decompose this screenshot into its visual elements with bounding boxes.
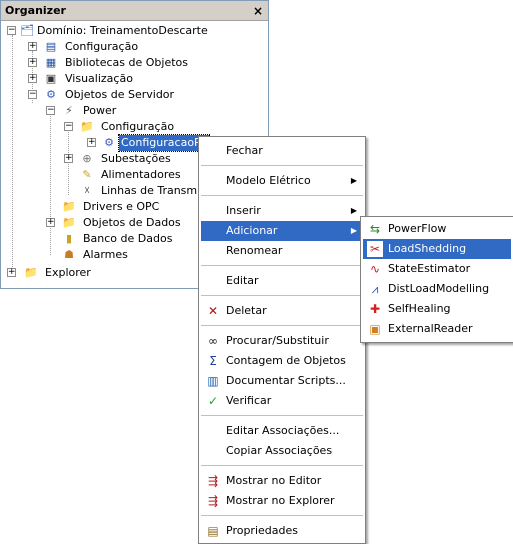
submenu-item-externalreader[interactable]: ▣ ExternalReader [363, 319, 511, 339]
show-in-editor-icon: ⇶ [207, 474, 219, 488]
power-icon: ⚡ [65, 104, 73, 117]
substation-icon: ⊕ [82, 152, 92, 165]
submenu-arrow-icon: ▶ [350, 226, 357, 235]
menu-separator [201, 415, 363, 416]
menu-item-procurar[interactable]: ∞ Procurar/Substituir [201, 331, 363, 351]
expand-toggle[interactable]: + [46, 218, 55, 227]
collapse-toggle[interactable]: − [28, 90, 37, 99]
menu-item-verificar[interactable]: ✓ Verificar [201, 391, 363, 411]
menu-separator [201, 325, 363, 326]
menu-item-deletar[interactable]: ✕ Deletar [201, 301, 363, 321]
expand-toggle[interactable]: + [7, 268, 16, 277]
menu-separator [201, 295, 363, 296]
menu-item-modelo-eletrico[interactable]: Modelo Elétrico ▶ [201, 171, 363, 191]
book-icon: ▥ [207, 374, 219, 388]
collapse-toggle[interactable]: − [64, 122, 73, 131]
submenu-item-powerflow[interactable]: ⇆ PowerFlow [363, 219, 511, 239]
folder-icon: 📁 [80, 120, 94, 133]
organizer-title: Organizer [5, 4, 66, 17]
transmission-line-icon: ☓ [84, 184, 90, 197]
context-menu: Fechar Modelo Elétrico ▶ Inserir ▶ Adici… [198, 136, 366, 544]
show-in-explorer-icon: ⇶ [207, 494, 219, 508]
submenu-arrow-icon: ▶ [350, 176, 357, 185]
submenu-item-loadshedding[interactable]: ✂ LoadShedding [363, 239, 511, 259]
stateestimator-icon: ∿ [369, 262, 381, 276]
check-icon: ✓ [207, 394, 219, 408]
add-submenu: ⇆ PowerFlow ✂ LoadShedding ∿ StateEstima… [360, 216, 513, 343]
sigma-icon: Σ [209, 354, 217, 368]
menu-item-adicionar[interactable]: Adicionar ▶ [201, 221, 363, 241]
feeder-icon: ✎ [82, 168, 92, 181]
menu-separator [201, 265, 363, 266]
collapse-toggle[interactable]: − [7, 26, 16, 35]
menu-item-editar[interactable]: Editar [201, 271, 363, 291]
close-icon[interactable]: × [252, 5, 264, 17]
alarm-icon: ☗ [64, 248, 74, 261]
folder-icon: 📁 [62, 200, 76, 213]
menu-item-renomear[interactable]: Renomear [201, 241, 363, 261]
menu-item-copiar-associacoes[interactable]: Copiar Associações [201, 441, 363, 461]
menu-item-fechar[interactable]: Fechar [201, 141, 363, 161]
selfhealing-icon: ✚ [369, 302, 381, 316]
tree-item-bibliotecas[interactable]: + ▦ Bibliotecas de Objetos [1, 55, 261, 71]
monitor-icon: ▣ [45, 72, 57, 85]
tree-item-configuracao[interactable]: + ▤ Configuração [1, 39, 261, 55]
submenu-item-distloadmodelling[interactable]: ⩘ DistLoadModelling [363, 279, 511, 299]
menu-separator [201, 465, 363, 466]
server-objects-icon: ⚙ [46, 88, 56, 101]
tree-item-power[interactable]: − ⚡ Power [1, 103, 261, 119]
menu-separator [201, 165, 363, 166]
expand-toggle[interactable]: + [64, 154, 73, 163]
tree-item-objetos-servidor[interactable]: − ⚙ Objetos de Servidor [1, 87, 261, 103]
expand-toggle[interactable]: + [28, 74, 37, 83]
menu-item-contagem[interactable]: Σ Contagem de Objetos [201, 351, 363, 371]
menu-item-propriedades[interactable]: ▤ Propriedades [201, 521, 363, 541]
menu-separator [201, 195, 363, 196]
menu-item-mostrar-editor[interactable]: ⇶ Mostrar no Editor [201, 471, 363, 491]
binoculars-icon: ∞ [208, 334, 218, 348]
menu-item-mostrar-explorer[interactable]: ⇶ Mostrar no Explorer [201, 491, 363, 511]
menu-item-documentar[interactable]: ▥ Documentar Scripts... [201, 371, 363, 391]
tree-item-power-configuracao[interactable]: − 📁 Configuração [1, 119, 261, 135]
delete-icon: ✕ [207, 304, 219, 318]
tree-item-visualizacao[interactable]: + ▣ Visualização [1, 71, 261, 87]
submenu-item-selfhealing[interactable]: ✚ SelfHealing [363, 299, 511, 319]
powerflow-icon: ⇆ [369, 222, 381, 236]
expand-toggle[interactable]: + [28, 58, 37, 67]
expand-toggle[interactable]: + [87, 138, 96, 147]
organizer-title-bar: Organizer × [1, 1, 268, 21]
document-icon: ▤ [45, 40, 57, 53]
loadshedding-icon: ✂ [367, 241, 383, 257]
domain-icon: 🗂 [20, 24, 34, 37]
config-object-icon: ⚙ [104, 136, 114, 149]
submenu-item-stateestimator[interactable]: ∿ StateEstimator [363, 259, 511, 279]
library-icon: ▦ [45, 56, 57, 69]
menu-item-editar-associacoes[interactable]: Editar Associações... [201, 421, 363, 441]
collapse-toggle[interactable]: − [46, 106, 55, 115]
externalreader-icon: ▣ [369, 322, 381, 336]
menu-item-inserir[interactable]: Inserir ▶ [201, 201, 363, 221]
folder-icon: 📁 [62, 216, 76, 229]
distload-icon: ⩘ [371, 282, 379, 296]
expand-toggle[interactable]: + [28, 42, 37, 51]
menu-separator [201, 515, 363, 516]
folder-icon: 📁 [24, 266, 38, 279]
properties-icon: ▤ [207, 524, 219, 538]
database-icon: ▮ [65, 232, 73, 245]
tree-item-domain[interactable]: − 🗂 Domínio: TreinamentoDescarte [1, 23, 261, 39]
submenu-arrow-icon: ▶ [350, 206, 357, 215]
